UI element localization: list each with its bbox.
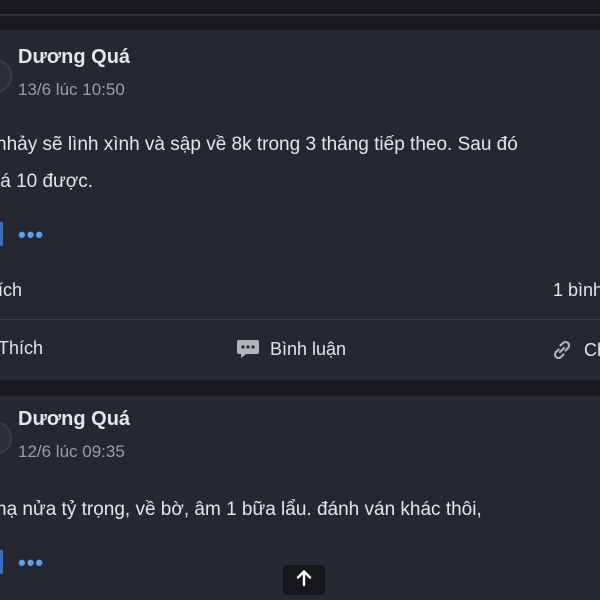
post-card: Dương Quá 13/6 lúc 10:50 nhảy sẽ lình xì… xyxy=(0,30,600,380)
like-label: Thích xyxy=(0,338,44,358)
avatar[interactable] xyxy=(0,59,12,93)
comment-icon xyxy=(236,338,260,360)
post-text-line: nhảy sẽ lình xình và sập về 8k trong 3 t… xyxy=(0,134,518,155)
scroll-to-top-button[interactable] xyxy=(283,565,325,595)
comment-button[interactable]: Bình luận xyxy=(236,338,346,360)
reaction-indicator xyxy=(0,222,3,246)
top-strip xyxy=(0,0,600,14)
link-icon xyxy=(550,338,574,362)
post-author[interactable]: Dương Quá xyxy=(18,408,130,431)
post-time[interactable]: 12/6 lúc 09:35 xyxy=(18,442,125,462)
share-label: Ch xyxy=(584,339,600,360)
post-text-line: iá 10 được. xyxy=(0,171,94,192)
avatar[interactable] xyxy=(0,421,12,455)
post-text-line: hạ nửa tỷ trọng, về bờ, âm 1 bữa lẩu. đá… xyxy=(0,499,482,520)
arrow-up-icon xyxy=(294,568,314,593)
share-button[interactable]: Ch xyxy=(550,338,600,362)
like-button[interactable]: Thích xyxy=(0,338,43,359)
reaction-count[interactable]: ích xyxy=(0,280,22,301)
comment-count[interactable]: 1 bình xyxy=(553,280,600,301)
comment-label: Bình luận xyxy=(270,338,347,359)
more-options-button[interactable]: ••• xyxy=(18,552,44,574)
top-divider xyxy=(0,14,600,16)
post-time[interactable]: 13/6 lúc 10:50 xyxy=(18,80,125,100)
action-divider xyxy=(0,319,600,320)
more-options-button[interactable]: ••• xyxy=(18,224,44,246)
reaction-indicator xyxy=(0,550,3,574)
post-author[interactable]: Dương Quá xyxy=(18,46,130,69)
